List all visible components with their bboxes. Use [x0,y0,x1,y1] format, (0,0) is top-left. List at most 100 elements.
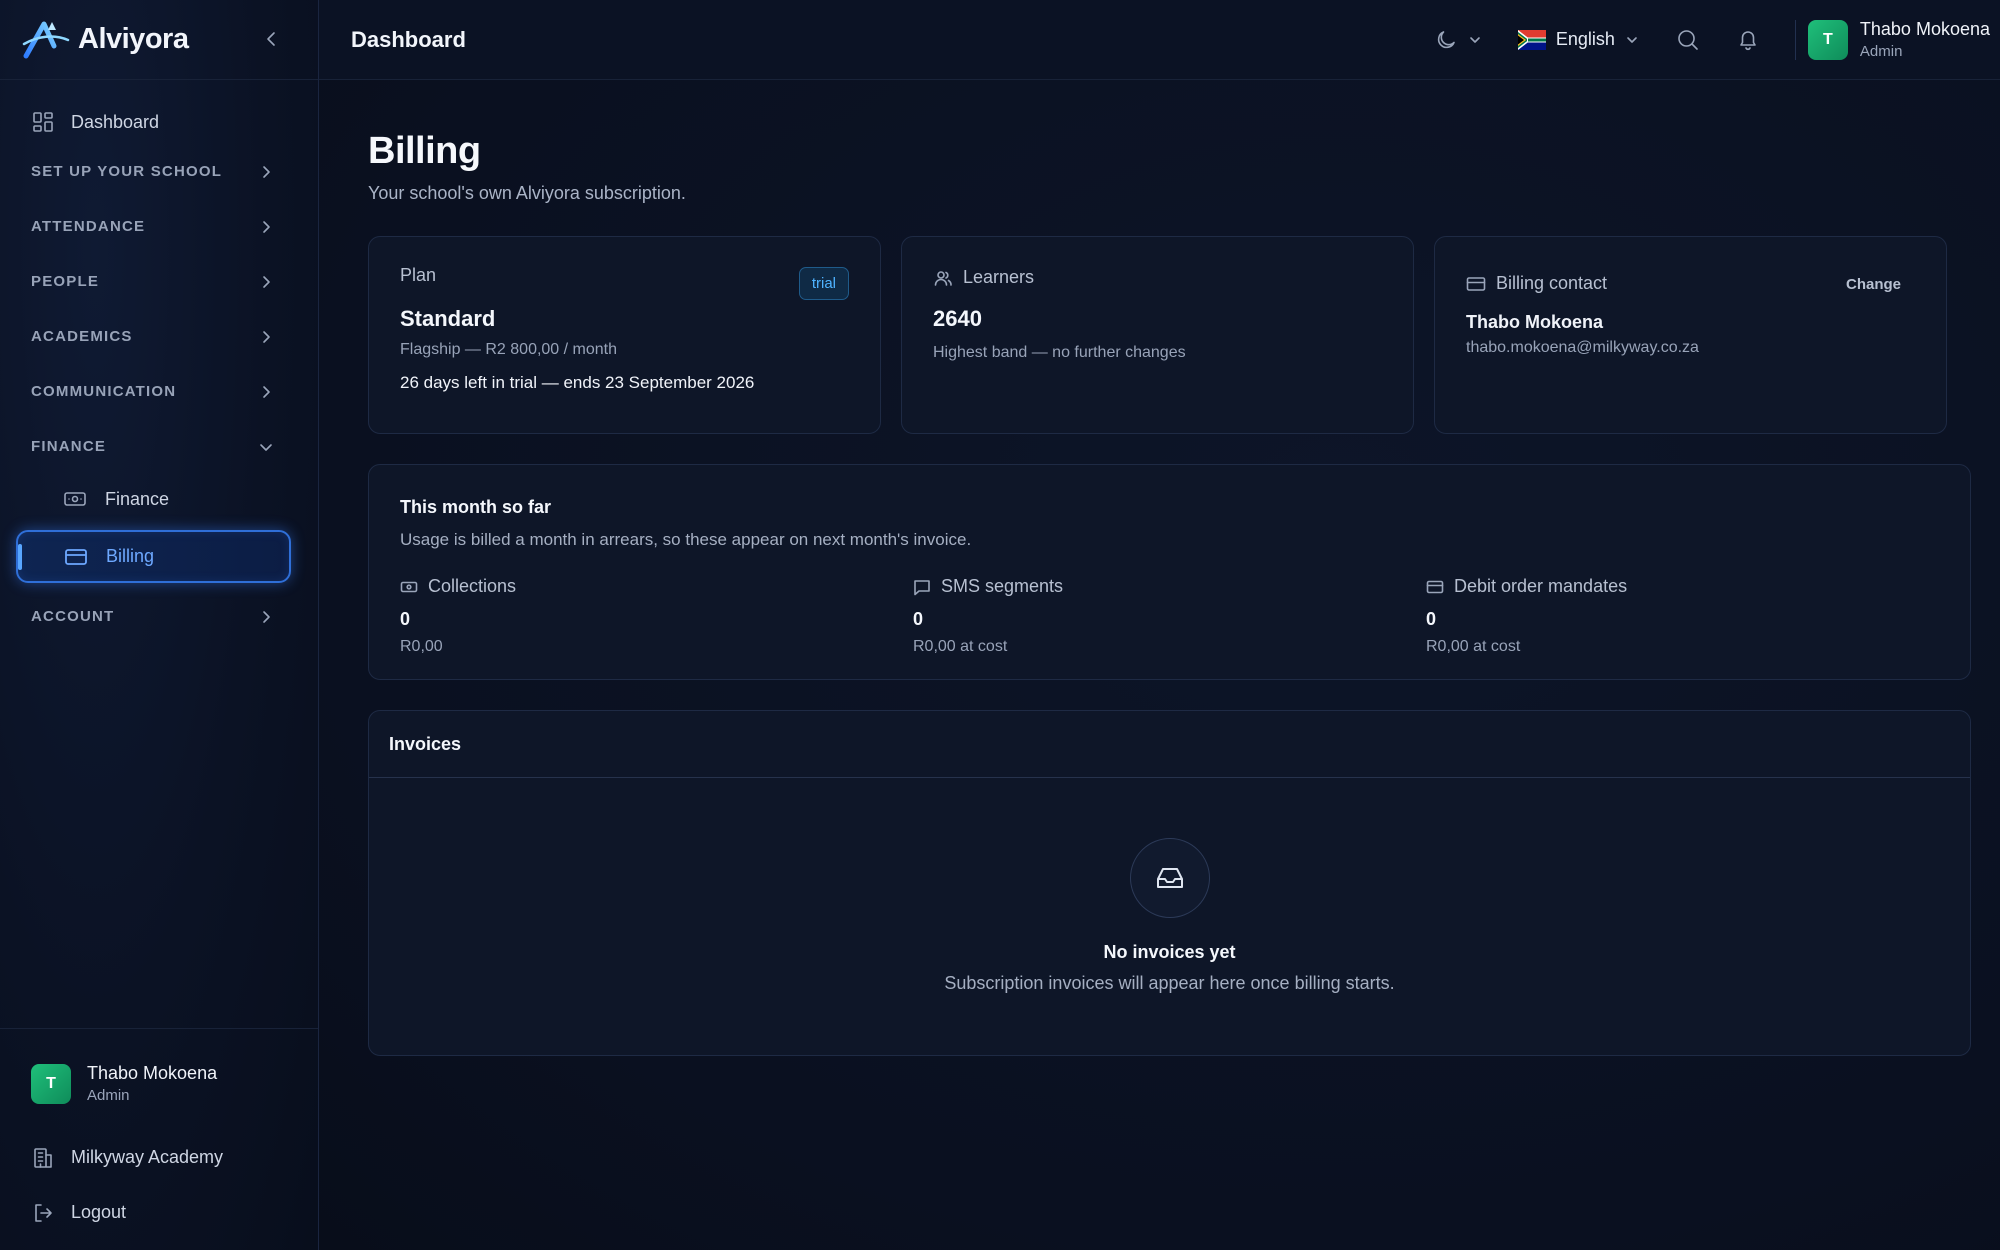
collapse-sidebar-button[interactable] [260,28,282,50]
user-role: Admin [1859,43,1903,60]
users-icon [934,270,952,286]
sidebar-footer: T Thabo Mokoena Admin Milkyway Academy L… [0,1028,318,1250]
user-name: Thabo Mokoena [1859,19,1990,39]
sidebar-item-label: Finance [105,488,170,509]
plan-card: Plan trial Standard Flagship — R2 800,00… [368,236,881,434]
sidebar-section-setup[interactable]: SET UP YOUR SCHOOL [0,144,318,199]
section-label: SET UP YOUR SCHOOL [31,163,223,180]
stat-amount: R0,00 at cost [913,638,1008,655]
logout-button[interactable]: Logout [31,1185,287,1240]
invoices-card: Invoices No invoices yet Subscription in… [368,710,1971,1056]
topbar-user-menu[interactable]: T Thabo Mokoena Admin [1807,19,1990,60]
alviyora-logo-icon [22,21,70,58]
brand-name: Alviyora [78,23,189,55]
sidebar-item-finance[interactable]: Finance [0,474,318,524]
empty-state-title: No invoices yet [1103,942,1236,962]
usage-subtitle: Usage is billed a month in arrears, so t… [400,530,972,549]
invoices-empty-state: No invoices yet Subscription invoices wi… [369,778,1970,994]
sidebar-header: Alviyora [0,0,318,80]
invoices-title: Invoices [369,711,1970,778]
moon-icon [1437,30,1455,48]
topbar-divider [1794,19,1796,60]
chevron-right-icon [263,385,270,398]
chevron-right-icon [263,330,270,343]
learners-label: Learners [963,267,1035,287]
avatar: T [31,1063,71,1104]
sidebar: Alviyora Dashboard SET UP YOUR SCHOOL AT… [0,0,319,1250]
learner-count: 2640 [933,306,982,331]
sidebar-item-billing[interactable]: Billing [16,530,291,583]
billing-page: Billing Your school's own Alviyora subsc… [319,80,2000,1056]
chevron-right-icon [263,220,270,233]
logout-icon [35,1203,52,1222]
logout-label: Logout [71,1202,127,1222]
credit-card-icon [1426,580,1444,593]
sidebar-section-people[interactable]: PEOPLE [0,254,318,309]
sidebar-nav: Dashboard SET UP YOUR SCHOOL ATTENDANCE … [0,80,318,644]
topbar-actions: English T Thabo Mokoena Admin [1434,19,1990,60]
stat-value: 0 [913,609,924,629]
stat-value: 0 [400,609,411,629]
notifications-button[interactable] [1735,27,1761,53]
stat-debit-order-mandates: Debit order mandates 0 R0,00 at cost [1426,576,1939,656]
chevron-down-icon [260,443,272,451]
empty-state-badge [1129,838,1210,918]
learner-band-note: Highest band — no further changes [933,344,1186,361]
chevron-right-icon [263,165,270,178]
empty-state-subtitle: Subscription invoices will appear here o… [944,973,1395,993]
sidebar-section-attendance[interactable]: ATTENDANCE [0,199,318,254]
billing-contact-label: Billing contact [1496,273,1608,293]
sidebar-item-label: Billing [106,546,155,566]
section-label: FINANCE [31,438,107,455]
credit-card-icon [65,548,87,565]
dashboard-grid-icon [33,112,53,132]
contact-email: thabo.mokoena@milkyway.co.za [1466,339,1699,356]
topbar-title: Dashboard [351,26,466,52]
chevron-right-icon [263,275,270,288]
section-label: ATTENDANCE [31,218,146,235]
stat-label-row: SMS segments [913,576,1426,597]
inbox-icon [1156,868,1183,888]
billing-contact-card: Billing contact Change Thabo Mokoena tha… [1434,236,1947,434]
app: Alviyora Dashboard SET UP YOUR SCHOOL AT… [0,0,2000,1250]
usage-stats: Collections 0 R0,00 SMS segments 0 R0,00… [400,576,1939,656]
user-role: Admin [87,1087,130,1104]
section-label: ACCOUNT [31,608,115,625]
sidebar-user[interactable]: T Thabo Mokoena Admin [31,1063,287,1104]
avatar: T [1807,19,1848,60]
sidebar-item-label: Dashboard [71,111,160,132]
status-badge: trial [798,267,849,300]
main-area: Dashboard English T Thabo Mokoena Admin … [319,0,2000,1250]
search-button[interactable] [1675,27,1701,53]
language-selector[interactable]: English [1517,29,1639,50]
sidebar-section-account[interactable]: ACCOUNT [0,589,318,644]
page-title: Billing [368,130,481,172]
plan-price: Flagship — R2 800,00 / month [400,341,618,358]
school-switcher[interactable]: Milkyway Academy [31,1130,287,1185]
sidebar-section-finance[interactable]: FINANCE [0,419,318,474]
language-label: English [1555,29,1615,49]
stat-label-row: Debit order mandates [1426,576,1939,597]
stat-label-row: Collections [400,576,913,597]
usage-card: This month so far Usage is billed a mont… [368,464,1971,680]
south-africa-flag-icon [1517,29,1546,50]
chevron-right-icon [263,610,270,623]
change-contact-button[interactable]: Change [1846,276,1901,293]
sidebar-section-communication[interactable]: COMMUNICATION [0,364,318,419]
chevron-down-icon [1470,36,1480,43]
credit-card-icon [1466,276,1486,291]
user-name: Thabo Mokoena [87,1063,218,1083]
learners-label-row: Learners [933,267,1382,288]
section-label: PEOPLE [31,273,100,290]
summary-cards: Plan trial Standard Flagship — R2 800,00… [368,236,1971,434]
theme-toggle[interactable] [1434,28,1482,52]
stat-collections: Collections 0 R0,00 [400,576,913,656]
sidebar-section-academics[interactable]: ACADEMICS [0,309,318,364]
brand-logo[interactable]: Alviyora [22,20,189,60]
search-icon [1678,29,1698,50]
sidebar-item-dashboard[interactable]: Dashboard [0,100,318,144]
bell-icon [1740,30,1756,50]
plan-label: Plan [400,265,437,285]
plan-name: Standard [400,306,496,331]
building-icon [34,1147,52,1168]
